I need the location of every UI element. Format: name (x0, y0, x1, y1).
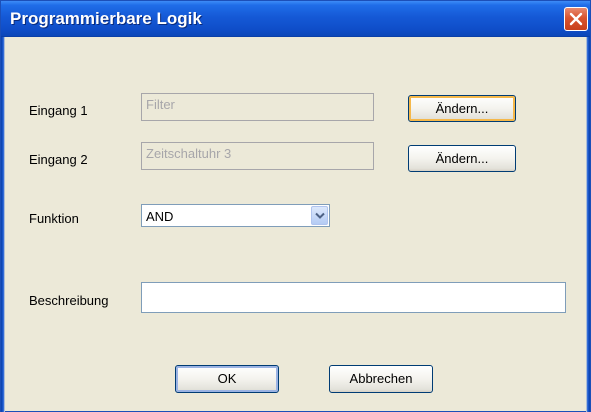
cancel-button[interactable]: Abbrechen (329, 365, 433, 393)
close-button[interactable] (564, 7, 588, 31)
input2-label: Eingang 2 (29, 152, 88, 167)
function-dropdown-button[interactable] (311, 206, 328, 225)
window-border-left (1, 37, 5, 412)
description-label: Beschreibung (29, 293, 109, 308)
title-bar[interactable]: Programmierbare Logik (1, 1, 590, 37)
function-selected-value: AND (146, 209, 174, 224)
description-input[interactable] (141, 282, 566, 313)
window-border-right (586, 37, 590, 412)
close-icon (569, 12, 583, 26)
function-select[interactable]: AND (141, 204, 330, 227)
function-label: Funktion (29, 211, 79, 226)
window-title: Programmierbare Logik (10, 9, 202, 28)
dialog-window: Programmierbare Logik Eingang 1 Filter Ä… (0, 0, 591, 412)
input2-change-button[interactable]: Ändern... (408, 145, 516, 172)
chevron-down-icon (315, 212, 325, 219)
input1-change-button[interactable]: Ändern... (408, 95, 516, 122)
input1-label: Eingang 1 (29, 103, 88, 118)
ok-button[interactable]: OK (175, 365, 279, 393)
input1-field: Filter (141, 93, 374, 121)
input2-field: Zeitschaltuhr 3 (141, 142, 374, 170)
